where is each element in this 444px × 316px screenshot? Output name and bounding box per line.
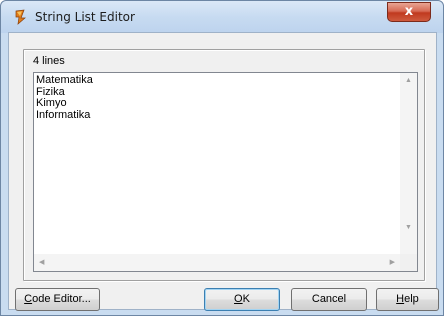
list-item: Informatika xyxy=(36,108,91,121)
help-button[interactable]: Help xyxy=(376,288,439,311)
window-title: String List Editor xyxy=(35,10,135,24)
arrow-right-icon[interactable]: ▶ xyxy=(390,258,395,266)
vertical-scrollbar[interactable]: ▲ ▼ xyxy=(400,73,417,255)
help-access-key: H xyxy=(396,293,405,305)
scrollbar-corner xyxy=(400,254,417,271)
dialog-client-area: 4 lines Matematika Fizika Kimyo Informat… xyxy=(8,32,439,311)
arrow-left-icon[interactable]: ◀ xyxy=(39,258,44,266)
arrow-up-icon[interactable]: ▲ xyxy=(405,77,412,84)
cancel-button[interactable]: Cancel xyxy=(291,288,367,311)
code-editor-button[interactable]: Code Editor... xyxy=(15,288,100,311)
delphi-icon xyxy=(13,9,29,25)
horizontal-scrollbar[interactable]: ◀ ▶ xyxy=(34,254,400,271)
string-list-editor-window: String List Editor x 4 lines Matematika … xyxy=(0,0,444,316)
list-item: Matematika xyxy=(36,74,93,86)
list-item: Kimyo xyxy=(36,97,67,109)
memo-lines: Matematika Fizika Kimyo Informatika xyxy=(36,74,93,121)
cancel-label: Cancel xyxy=(311,293,347,305)
ok-access-key: O xyxy=(234,293,243,305)
arrow-down-icon[interactable]: ▼ xyxy=(405,224,412,231)
code-editor-label: ode Editor... xyxy=(32,293,91,305)
help-label: elp xyxy=(404,293,419,305)
close-button[interactable]: x xyxy=(387,2,431,22)
close-icon: x xyxy=(404,4,414,19)
title-bar[interactable]: String List Editor x xyxy=(1,1,443,33)
string-list-memo[interactable]: Matematika Fizika Kimyo Informatika ▲ ▼ … xyxy=(33,72,418,272)
line-count-label: 4 lines xyxy=(33,55,65,67)
code-editor-access-key: C xyxy=(24,293,33,305)
ok-label: K xyxy=(242,293,250,305)
ok-button[interactable]: OK xyxy=(204,288,280,311)
